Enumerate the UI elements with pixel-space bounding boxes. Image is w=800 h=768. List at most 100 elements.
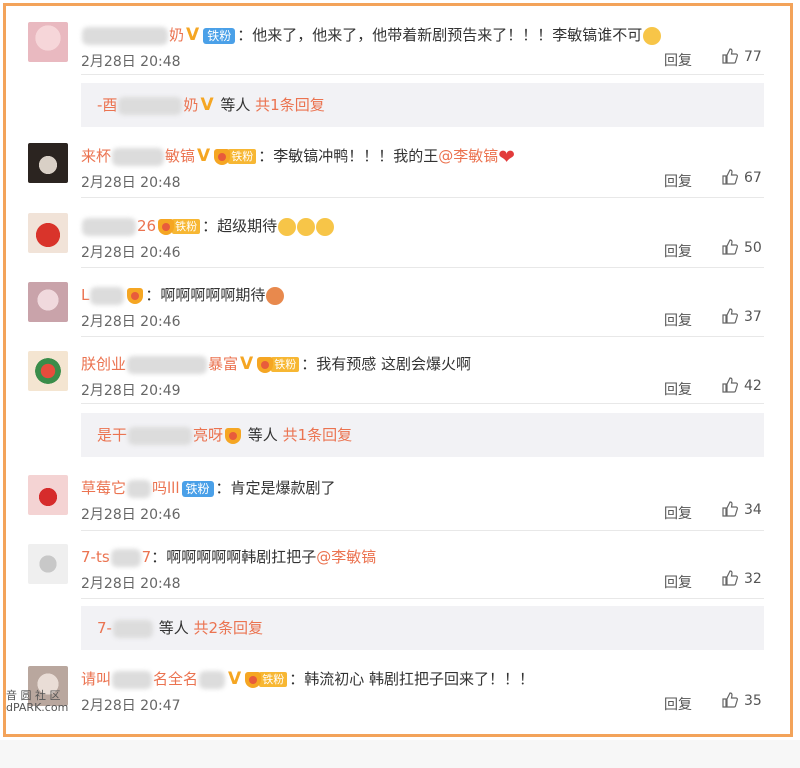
sub-reply-username-prefix: 是干: [97, 426, 128, 444]
fan-level-tag: 铁粉: [172, 219, 201, 234]
reply-button[interactable]: 回复: [664, 379, 692, 399]
avatar[interactable]: [28, 544, 68, 584]
username-blur: [127, 479, 152, 498]
sub-reply-count-link[interactable]: 共2条回复: [194, 619, 264, 637]
sub-reply-username-prefix: 7-: [97, 619, 112, 637]
username[interactable]: 奶: [169, 26, 184, 44]
username-prefix[interactable]: L: [81, 286, 89, 304]
like-button[interactable]: 37: [722, 308, 762, 325]
like-count: 32: [744, 571, 762, 587]
like-button[interactable]: 35: [722, 692, 762, 709]
avatar[interactable]: [28, 351, 68, 391]
username-prefix[interactable]: 7-ts: [81, 548, 110, 566]
like-button[interactable]: 42: [722, 377, 762, 394]
crown-icon: [257, 356, 274, 373]
fan-level-badge: 铁粉: [158, 218, 201, 235]
crown-icon: [245, 671, 262, 688]
mention-link[interactable]: @李敏镐: [438, 147, 498, 165]
like-count: 37: [744, 309, 762, 325]
divider: [81, 267, 764, 268]
like-button[interactable]: 67: [722, 169, 762, 186]
fan-level-tag: 铁粉: [228, 149, 257, 164]
thumbs-up-icon: [722, 48, 738, 64]
like-button[interactable]: 77: [722, 48, 762, 65]
reply-button[interactable]: 回复: [664, 171, 692, 191]
crying-emoji-icon: [643, 26, 662, 45]
sub-reply-suffix: 等人: [243, 426, 283, 444]
comment-line: 草莓它 吗lll 铁粉 ：肯定是爆款剧了: [81, 476, 336, 500]
comment-line: 奶 V 铁粉 ：他来了，他来了，他带着新剧预告来了！！！李敏镐谁不可: [81, 23, 662, 47]
reply-button[interactable]: 回复: [664, 503, 692, 523]
avatar[interactable]: [28, 22, 68, 62]
divider: [81, 74, 764, 75]
like-button[interactable]: 32: [722, 570, 762, 587]
comment-line: 请叫 名全名 V 铁粉 ：韩流初心 韩剧扛把子回来了！！！: [81, 667, 534, 691]
mention-link[interactable]: @李敏镐: [316, 548, 376, 566]
comment-panel-frame: 奶 V 铁粉 ：他来了，他来了，他带着新剧预告来了！！！李敏镐谁不可 2月28日 20…: [3, 3, 793, 737]
comment-text: ：李敏镐冲鸭！！！我的王: [258, 147, 439, 165]
comment-line: 7-ts 7：啊啊啊啊啊韩剧扛把子@李敏镐: [81, 545, 376, 569]
avatar[interactable]: [28, 282, 68, 322]
comment-line: 26 铁粉 ：超级期待: [81, 214, 335, 238]
avatar[interactable]: [28, 213, 68, 253]
username-suffix[interactable]: 26: [137, 217, 156, 235]
username-suffix[interactable]: 敏镐: [165, 147, 195, 165]
timestamp: 2月28日 20:46: [81, 245, 181, 261]
fan-level-badge: [127, 287, 144, 304]
divider: [81, 598, 764, 599]
username-blur: [112, 670, 153, 689]
username-prefix[interactable]: 来杯: [81, 147, 111, 165]
username-suffix[interactable]: 7: [142, 548, 152, 566]
like-button[interactable]: 50: [722, 239, 762, 256]
username-blur: [82, 217, 136, 236]
timestamp: 2月28日 20:47: [81, 698, 181, 714]
sub-reply-count-link[interactable]: 共1条回复: [255, 96, 325, 114]
like-count: 34: [744, 502, 762, 518]
sub-reply-box[interactable]: 是干 亮呀 等人 共1条回复: [81, 413, 764, 457]
username-blur: [118, 96, 183, 115]
sub-reply-line: 是干 亮呀 等人 共1条回复: [97, 413, 352, 457]
sub-reply-box[interactable]: -酉 奶 V 等人 共1条回复: [81, 83, 764, 127]
username-blur: [127, 355, 208, 374]
fan-level-tag: 铁粉: [271, 357, 300, 372]
comment-text: ：韩流初心 韩剧扛把子回来了！！！: [289, 670, 534, 688]
like-count: 77: [744, 49, 762, 65]
comment-line: 来杯 敏镐 V 铁粉 ：李敏镐冲鸭！！！我的王@李敏镐❤: [81, 144, 515, 169]
sub-reply-line: 7- 等人 共2条回复: [97, 606, 263, 650]
divider: [81, 336, 764, 337]
sub-reply-box[interactable]: 7- 等人 共2条回复: [81, 606, 764, 650]
scream-emoji-icon: [316, 217, 335, 236]
username-prefix[interactable]: 朕创业: [81, 355, 126, 373]
timestamp: 2月28日 20:48: [81, 576, 181, 592]
like-count: 67: [744, 170, 762, 186]
fan-level-badge: 铁粉: [245, 671, 288, 688]
sub-reply-username-suffix: 亮呀: [193, 426, 224, 444]
watermark-line: dPARK.com: [6, 701, 69, 714]
timestamp: 2月28日 20:46: [81, 314, 181, 330]
crown-icon: [225, 427, 242, 444]
sub-reply-suffix: 等人: [153, 619, 194, 637]
username-blur: [82, 26, 168, 45]
thumbs-up-icon: [722, 377, 738, 393]
username-prefix[interactable]: 草莓它: [81, 479, 126, 497]
like-button[interactable]: 34: [722, 501, 762, 518]
comment-text: ：啊啊啊啊啊期待: [145, 286, 266, 304]
avatar[interactable]: [28, 143, 68, 183]
reply-button[interactable]: 回复: [664, 310, 692, 330]
reply-button[interactable]: 回复: [664, 694, 692, 714]
username-suffix[interactable]: 名全名: [153, 670, 198, 688]
username-prefix[interactable]: 请叫: [81, 670, 111, 688]
scream-emoji-icon: [297, 217, 316, 236]
sub-reply-count-link[interactable]: 共1条回复: [283, 426, 353, 444]
comment-text: ：我有预感 这剧会爆火啊: [301, 355, 471, 373]
thumbs-up-icon: [722, 169, 738, 185]
reply-button[interactable]: 回复: [664, 50, 692, 70]
comment-text: ：啊啊啊啊啊韩剧扛把子: [151, 548, 317, 566]
verified-badge-icon: V: [240, 354, 254, 374]
username-suffix[interactable]: 暴富: [208, 355, 238, 373]
username-suffix[interactable]: 吗lll: [152, 479, 180, 497]
reply-button[interactable]: 回复: [664, 241, 692, 261]
avatar[interactable]: [28, 475, 68, 515]
crown-icon: [158, 218, 175, 235]
reply-button[interactable]: 回复: [664, 572, 692, 592]
